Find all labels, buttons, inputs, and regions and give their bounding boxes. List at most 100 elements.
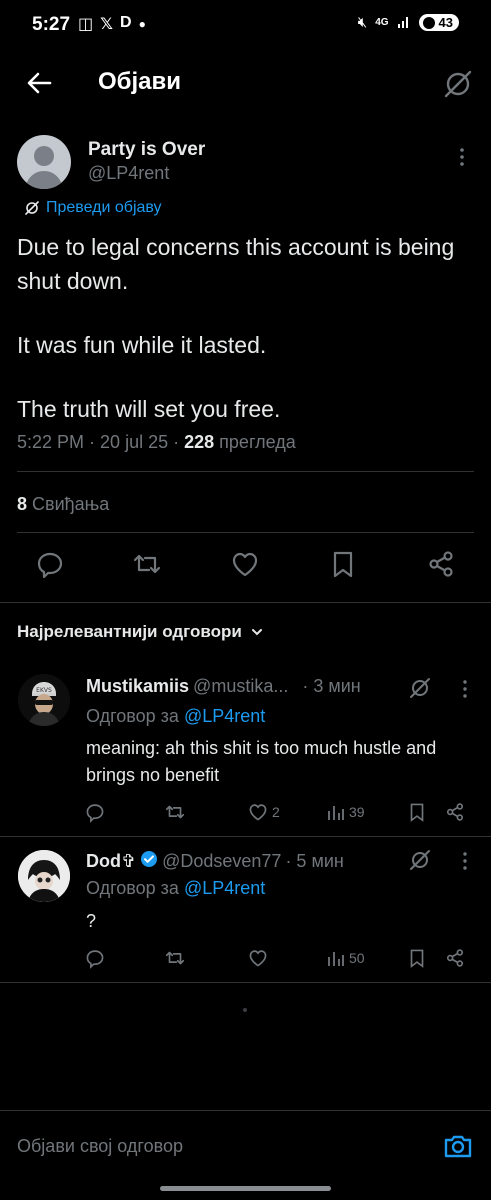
reply-icon — [86, 804, 104, 823]
reply-avatar[interactable] — [18, 850, 70, 902]
heart-icon — [232, 552, 258, 577]
x-logo-icon: 𝕏 — [100, 16, 114, 33]
reply-item[interactable]: Dod✞ @Dodseven77 · 5 мин Одговор за @LP4… — [0, 838, 491, 983]
like-button[interactable] — [229, 548, 261, 580]
reply-button[interactable] — [34, 548, 66, 580]
reply-actions: 50 — [80, 946, 480, 972]
tweet-paragraph: Due to legal concerns this account is be… — [17, 234, 455, 294]
likes-summary[interactable]: 8 Свиђања — [17, 494, 109, 515]
reply-reply-button[interactable] — [84, 800, 106, 824]
svg-text:EKVS: EKVS — [36, 687, 52, 694]
share-icon — [429, 551, 453, 577]
grok-icon — [25, 201, 39, 215]
reply-bookmark-button[interactable] — [406, 800, 428, 824]
reply-more-button[interactable] — [455, 850, 475, 874]
reply-views-button[interactable]: 50 — [326, 946, 365, 970]
reply-to-handle[interactable]: @LP4rent — [184, 878, 265, 898]
share-icon — [446, 803, 464, 821]
translate-label: Преведи објаву — [46, 199, 162, 216]
avatar-image: EKVS — [18, 674, 70, 726]
divider — [0, 836, 491, 837]
bookmark-icon — [410, 803, 424, 822]
more-vertical-icon — [463, 852, 467, 870]
share-button[interactable] — [425, 548, 457, 580]
reply-input[interactable]: Објави свој одговор — [17, 1136, 183, 1157]
reply-like-button[interactable]: 2 — [247, 800, 280, 824]
tweet-time: 5:22 PM — [17, 432, 85, 452]
reply-author-handle[interactable]: @mustika... — [193, 676, 288, 697]
bookmark-button[interactable] — [327, 548, 359, 580]
reply-more-button[interactable] — [455, 678, 475, 702]
reply-author-handle[interactable]: @Dodseven77 — [162, 851, 281, 872]
share-icon — [446, 949, 464, 967]
divider — [17, 532, 474, 533]
signal-icon — [397, 14, 411, 31]
reply-time: · 5 мин — [285, 851, 344, 871]
bookmark-icon — [333, 551, 353, 578]
reply-share-button[interactable] — [444, 946, 466, 970]
author-name[interactable]: Party is Over — [88, 139, 205, 161]
grok-button[interactable] — [440, 66, 476, 102]
reply-views-count: 39 — [349, 804, 365, 820]
status-bar: 5:27 ◫ 𝕏 D ● 🔇︎ 4G 43 — [0, 0, 491, 52]
reply-header: Dod✞ @Dodseven77 · 5 мин — [86, 850, 344, 873]
views-count: 228 — [184, 432, 215, 452]
replies-sort-label: Најрелевантнији одговори — [17, 622, 242, 641]
reply-icon — [37, 552, 63, 579]
reply-views-button[interactable]: 39 — [326, 800, 365, 824]
tweet-text: Due to legal concerns this account is be… — [17, 230, 477, 456]
more-options-button[interactable] — [450, 145, 474, 169]
heart-icon — [249, 804, 267, 821]
reply-grok-button[interactable] — [408, 848, 432, 872]
reply-to-label: Одговор за — [86, 878, 179, 898]
status-system-icons: 🔇︎ 4G 43 — [358, 14, 459, 31]
author-handle[interactable]: @LP4rent — [88, 163, 169, 184]
d-app-icon: D — [120, 14, 132, 31]
views-label: прегледа — [219, 432, 296, 452]
likes-count: 8 — [17, 494, 28, 514]
reply-avatar[interactable]: EKVS — [18, 674, 70, 726]
divider — [0, 602, 491, 603]
reply-retweet-button[interactable] — [164, 946, 186, 970]
reply-to-line: Одговор за @LP4rent — [86, 706, 265, 727]
reply-time: · 3 мин — [302, 676, 361, 696]
home-indicator[interactable] — [160, 1186, 331, 1191]
reply-grok-button[interactable] — [408, 676, 432, 700]
reply-reply-button[interactable] — [84, 946, 106, 970]
reply-to-line: Одговор за @LP4rent — [86, 878, 265, 899]
reply-author-name[interactable]: Mustikamiis — [86, 676, 189, 697]
page-title: Објави — [98, 68, 182, 95]
network-type: 4G — [375, 17, 389, 28]
replies-sort-dropdown[interactable]: Најрелевантнији одговори — [17, 622, 264, 642]
retweet-button[interactable] — [131, 548, 163, 580]
loading-indicator — [243, 1008, 247, 1012]
reply-text: ? — [86, 911, 97, 931]
heart-icon — [249, 950, 267, 967]
tweet-actions — [0, 548, 491, 588]
author-avatar[interactable] — [17, 135, 71, 189]
translate-link[interactable]: Преведи објаву — [24, 199, 162, 217]
reply-header: Mustikamiis @mustika... · 3 мин — [86, 676, 361, 697]
reply-icon — [86, 950, 104, 969]
reply-retweet-button[interactable] — [164, 800, 186, 824]
views-chart-icon — [328, 952, 344, 966]
reply-actions: 2 39 — [80, 800, 480, 826]
grok-icon — [410, 850, 430, 870]
reply-bookmark-button[interactable] — [406, 946, 428, 970]
reply-like-button[interactable] — [247, 946, 272, 970]
reply-item[interactable]: EKVS Mustikamiis @mustika... · 3 мин Одг… — [0, 662, 491, 837]
camera-button[interactable] — [442, 1130, 474, 1162]
reply-share-button[interactable] — [444, 800, 466, 824]
avatar-image — [18, 850, 70, 902]
mute-icon: 🔇︎ — [357, 14, 368, 31]
bookmark-icon — [410, 949, 424, 968]
divider — [17, 471, 474, 472]
reply-to-handle[interactable]: @LP4rent — [184, 706, 265, 726]
camera-icon — [444, 1135, 472, 1158]
back-button[interactable] — [22, 66, 56, 100]
arrow-left-icon — [27, 72, 52, 94]
reply-author-name[interactable]: Dod✞ — [86, 851, 136, 872]
grok-icon — [410, 678, 430, 698]
reply-views-count: 50 — [349, 950, 365, 966]
tweet-paragraph: The truth will set you free. — [17, 396, 281, 422]
